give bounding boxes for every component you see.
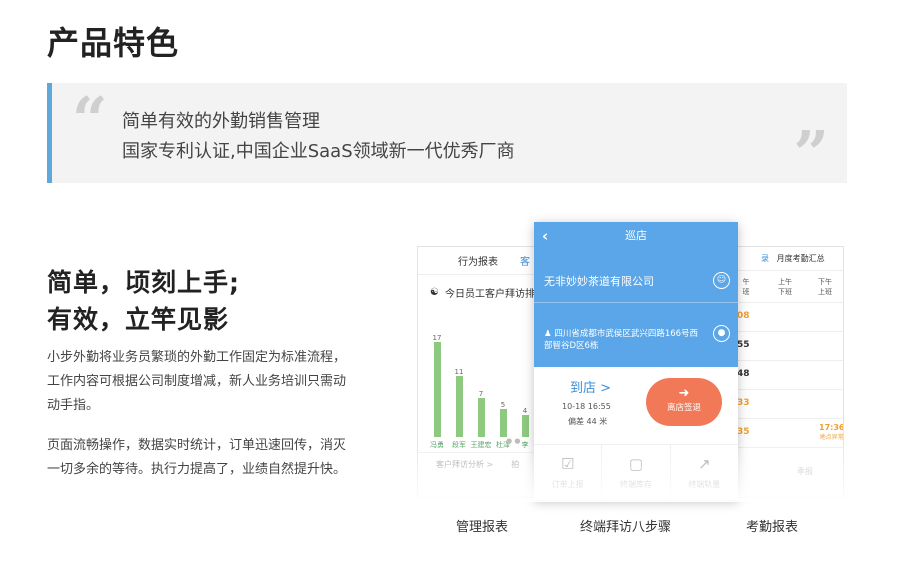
attendance-cell: 55 <box>737 340 750 350</box>
step-label: 订单上报 <box>551 480 584 489</box>
page-title: 产品特色 <box>47 24 180 62</box>
bar-mark <box>433 342 441 437</box>
feature-paragraph-1: 小步外勤将业务员繁琐的外勤工作固定为标准流程，工作内容可根据公司制度增减，新人业… <box>47 350 347 413</box>
feature-paragraph-2: 页面流畅操作，数据实时统计，订单迅速回传，消灭一切多余的等待。执行力提高了，业绩… <box>47 438 347 477</box>
bar-3: 7 <box>470 390 492 437</box>
caption-management-report: 管理报表 <box>456 520 509 535</box>
attendance-cell: 48 <box>737 369 750 379</box>
bar-mark <box>455 376 463 437</box>
bar-value-label: 5 <box>500 401 506 409</box>
step-terminal-track: ↗ 终端轨量 <box>671 445 738 500</box>
box-icon: ▢ <box>628 455 644 473</box>
column-header: 下午 上班 <box>818 278 832 296</box>
chart-title: 今日员工客户拜访排 <box>444 289 535 300</box>
tab-behavior-report: 行为报表 <box>458 257 498 268</box>
trend-chart-icon: ↗ <box>698 455 711 473</box>
nav-title: 巡店 <box>625 229 647 242</box>
bar-value-label: 17 <box>432 334 442 342</box>
headline-line-1: 简单，顷刻上手; <box>47 268 240 297</box>
caption-attendance-report: 考勤报表 <box>746 520 799 535</box>
location-deviation: 偏差 44 米 <box>568 417 608 426</box>
attendance-cell: 35 <box>737 427 750 437</box>
header-divider <box>534 302 738 303</box>
bar-1: 17 <box>426 334 448 437</box>
handshake-icon: ☯ <box>430 287 439 298</box>
management-report-screenshot: 行为报表 客 ☯ 今日员工客户拜访排 17 冯勇 11 段军 7 王建宏 5 杜泽 4 李 ● ●… <box>417 246 545 498</box>
bar-category-label: 冯勇 <box>430 441 444 449</box>
caption-terminal-visit: 终端拜访八步骤 <box>580 520 672 535</box>
attendance-report-screenshot: 录 月度考勤汇总 午 班 上午 下班 下午 上班 08 55 48 33 35 … <box>726 246 844 498</box>
pager-dots: ● ● <box>506 437 521 445</box>
exit-icon: ➜ <box>678 386 690 401</box>
bar-4: 5 <box>492 401 514 437</box>
season-report-link: 季报 <box>797 467 813 476</box>
location-pin-icon: ● <box>713 325 730 342</box>
customer-visit-analysis-link: 客户拜访分析 > <box>436 460 494 469</box>
close-quote-icon: ” <box>793 117 829 190</box>
column-header: 上午 下班 <box>778 278 792 296</box>
attendance-cell: 33 <box>737 398 750 408</box>
quote-line-1: 简单有效的外勤销售管理 <box>122 111 320 132</box>
tab-record: 录 <box>761 254 769 263</box>
attendance-cell: 08 <box>737 311 750 321</box>
checkbox-icon: ☑ <box>560 455 575 473</box>
step-terminal-inventory: ▢ 终端库存 <box>602 445 671 500</box>
bar-mark <box>521 415 529 437</box>
bar-5: 4 <box>514 407 536 437</box>
person-icon: ♟ <box>544 329 552 339</box>
store-visit-screenshot: ‹ 巡店 无非妙妙茶道有限公司 ☺ ♟ 四川省成都市武侯区武兴四路166号西部智… <box>534 222 738 500</box>
bar-value-label: 4 <box>522 407 528 415</box>
location-abnormal-label: 地点异常 <box>819 434 844 441</box>
bar-value-label: 7 <box>478 390 484 398</box>
step-label: 终端库存 <box>619 480 652 489</box>
bar-2: 11 <box>448 368 470 437</box>
tab-customer: 客 <box>520 257 530 268</box>
bar-value-label: 11 <box>454 368 464 376</box>
feature-description: 简单，顷刻上手; 有效，立竿见影 小步外勤将业务员繁琐的外勤工作固定为标准流程，… <box>47 264 357 482</box>
bar-mark <box>499 409 507 437</box>
back-chevron-icon: ‹ <box>542 227 549 245</box>
quote-line-2: 国家专利认证,中国企业SaaS领域新一代优秀厂商 <box>122 141 515 162</box>
footer-tab-2: 拍 <box>511 460 520 469</box>
tab-monthly-summary: 月度考勤汇总 <box>776 254 825 263</box>
leave-store-button: ➜ 离店签退 <box>646 378 722 426</box>
company-name: 无非妙妙茶道有限公司 <box>544 275 654 288</box>
leave-store-label: 离店签退 <box>666 403 701 413</box>
open-quote-icon: “ <box>72 83 108 156</box>
bar-category-label: 段军 <box>452 441 466 449</box>
visit-bar-chart: 17 冯勇 11 段军 7 王建宏 5 杜泽 4 李 <box>426 317 544 449</box>
attendance-side-time: 17:36 <box>819 423 844 432</box>
arrive-store-label: 到店 > <box>570 381 612 396</box>
quote-box: “ 简单有效的外勤销售管理 国家专利认证,中国企业SaaS领域新一代优秀厂商 ” <box>47 83 847 190</box>
arrive-time: 10-18 16:55 <box>562 402 611 411</box>
bar-mark <box>477 398 485 437</box>
step-order-report: ☑ 订单上报 <box>534 445 603 500</box>
bar-category-label: 王建宏 <box>470 441 492 449</box>
user-icon: ☺ <box>713 272 730 289</box>
headline-line-2: 有效，立竿见影 <box>47 305 230 334</box>
store-address: 四川省成都市武侯区武兴四路166号西部智谷D区6栋 <box>544 329 699 351</box>
step-label: 终端轨量 <box>688 480 721 489</box>
